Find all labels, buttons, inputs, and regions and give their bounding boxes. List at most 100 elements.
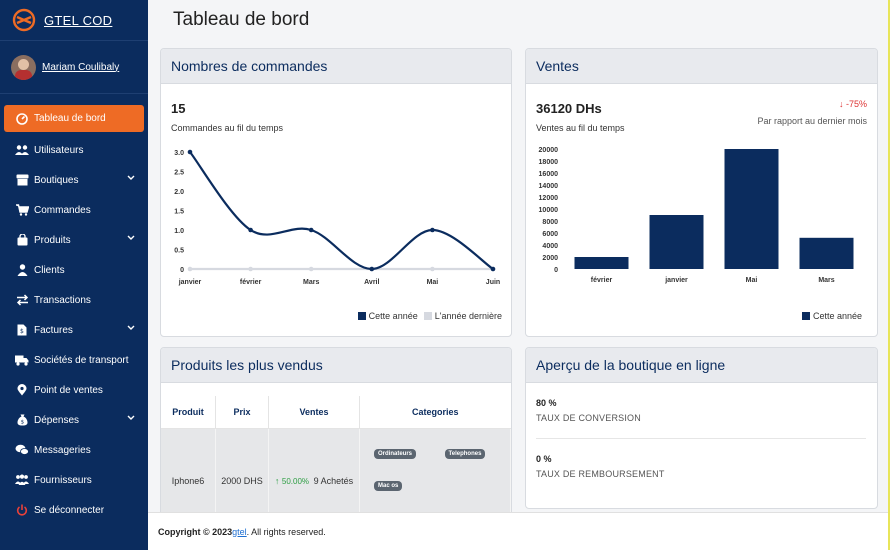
sidebar-item-invoices[interactable]: $ Factures xyxy=(0,315,148,345)
category-badge[interactable]: Ordinateurs xyxy=(374,449,417,459)
sidebar-item-shops[interactable]: Boutiques xyxy=(0,165,148,195)
brand[interactable]: GTEL COD xyxy=(0,0,148,41)
x-tick-label: Mars xyxy=(303,279,319,286)
orders-total: 15 xyxy=(171,101,186,116)
column-header[interactable]: Ventes xyxy=(268,396,360,429)
series-line-0 xyxy=(189,151,494,271)
exchange-icon xyxy=(15,293,29,307)
shop-overview-title: Aperçu de la boutique en ligne xyxy=(526,348,877,383)
data-point xyxy=(187,149,193,155)
sales-change: ↓ -75% xyxy=(839,99,867,109)
kpi-divider xyxy=(536,438,866,439)
category-badge[interactable]: Mac os xyxy=(374,481,403,491)
sidebar-item-transactions[interactable]: Transactions xyxy=(0,285,148,315)
cart-icon xyxy=(15,203,29,217)
sales-legend: Cette année xyxy=(801,311,862,321)
kpi-conversion: 80 % TAUX DE CONVERSION xyxy=(536,398,641,423)
orders-card-title: Nombres de commandes xyxy=(161,49,511,84)
users-icon xyxy=(15,143,29,157)
legend-label-current[interactable]: Cette année xyxy=(813,311,862,321)
orders-subtitle: Commandes au fil du temps xyxy=(171,123,284,133)
sales-bar-chart: 0 2000 4000 6000 8000 10000 12000 14000 16000 180… xyxy=(539,147,854,284)
top-products-card: Produits les plus vendus Produit Prix Ve… xyxy=(160,347,512,519)
kpi-refund: 0 % TAUX DE REMBOURSEMENT xyxy=(536,454,665,479)
x-tick-label: Mai xyxy=(427,279,439,286)
data-point xyxy=(248,227,253,233)
sidebar-item-logout[interactable]: Se déconnecter xyxy=(0,495,148,525)
product-name: Iphone6 xyxy=(161,428,216,518)
table-row[interactable]: Iphone6 2000 DHS ↑ 50.00% 9 Achetés Ordi… xyxy=(161,428,511,518)
column-header[interactable]: Prix xyxy=(215,396,269,429)
page-title: Tableau de bord xyxy=(173,9,310,30)
sidebar-item-label: Commandes xyxy=(34,204,91,216)
legend-label-previous[interactable]: L'année dernière xyxy=(435,311,502,321)
sidebar-item-orders[interactable]: Commandes xyxy=(0,195,148,225)
legend-label-current[interactable]: Cette année xyxy=(369,311,418,321)
truck-icon xyxy=(15,353,29,367)
chevron-down-icon[interactable] xyxy=(127,415,135,421)
user-name[interactable]: Mariam Coulibaly xyxy=(42,62,119,73)
bar xyxy=(649,215,704,269)
bar xyxy=(799,237,854,269)
footer-link[interactable]: gtel xyxy=(232,527,247,537)
table-header-row: Produit Prix Ventes Categories xyxy=(161,396,511,429)
orders-legend: Cette année L'année dernière xyxy=(357,311,502,321)
sidebar-item-dashboard[interactable]: Tableau de bord xyxy=(4,105,144,132)
sidebar-item-points-of-sale[interactable]: Point de ventes xyxy=(0,375,148,405)
sidebar-item-label: Factures xyxy=(34,324,73,336)
money-bag-icon: $ xyxy=(15,413,29,427)
sidebar-item-label: Boutiques xyxy=(34,174,79,186)
sidebar-item-label: Sociétés de transport xyxy=(34,354,129,366)
bar xyxy=(724,149,779,269)
x-tick-label: février xyxy=(591,277,613,284)
y-tick-label: 0.5 xyxy=(174,248,184,255)
y-tick-label: 16000 xyxy=(539,171,559,178)
y-tick-label: 20000 xyxy=(539,147,559,154)
chevron-down-icon[interactable] xyxy=(127,235,135,241)
units-sold: 9 Achetés xyxy=(313,475,354,486)
sidebar-item-messages[interactable]: Messageries xyxy=(0,435,148,465)
sidebar-item-label: Produits xyxy=(34,234,71,246)
chevron-down-icon[interactable] xyxy=(127,175,135,181)
kpi-label: TAUX DE CONVERSION xyxy=(536,413,641,423)
data-point xyxy=(308,227,314,233)
bag-icon xyxy=(15,233,29,247)
product-categories: Ordinateurs Telephones Mac os xyxy=(359,428,511,518)
growth-percent: 50.00% xyxy=(281,476,310,486)
y-tick-label: 1.5 xyxy=(174,209,184,216)
sidebar-item-expenses[interactable]: $ Dépenses xyxy=(0,405,148,435)
sidebar-item-label: Clients xyxy=(34,264,65,276)
top-products-table: Produit Prix Ventes Categories Iphone6 2… xyxy=(161,396,511,518)
user-profile[interactable]: Mariam Coulibaly xyxy=(0,41,148,94)
y-tick-label: 2.0 xyxy=(174,189,184,196)
data-point xyxy=(248,266,253,272)
sidebar-item-label: Point de ventes xyxy=(34,384,103,396)
sidebar-item-transport[interactable]: Sociétés de transport xyxy=(0,345,148,375)
sidebar-item-users[interactable]: Utilisateurs xyxy=(0,135,148,165)
sidebar-item-products[interactable]: Produits xyxy=(0,225,148,255)
shop-overview-card: Aperçu de la boutique en ligne 80 % TAUX… xyxy=(525,347,878,509)
sidebar-item-label: Fournisseurs xyxy=(34,474,92,486)
svg-text:$: $ xyxy=(20,328,24,335)
y-tick-label: 0 xyxy=(180,267,184,274)
y-tick-label: 14000 xyxy=(539,183,559,190)
y-tick-label: 2.5 xyxy=(174,170,184,177)
y-tick-label: 2000 xyxy=(542,255,558,262)
category-badge[interactable]: Telephones xyxy=(444,449,486,459)
sidebar-item-label: Transactions xyxy=(34,294,91,306)
sidebar-item-suppliers[interactable]: Fournisseurs xyxy=(0,465,148,495)
chevron-down-icon[interactable] xyxy=(127,325,135,331)
x-tick-label: Mai xyxy=(746,277,758,284)
x-tick-label: Avril xyxy=(364,279,379,286)
top-products-title: Produits les plus vendus xyxy=(161,348,511,383)
sidebar-item-label: Dépenses xyxy=(34,414,80,426)
column-header[interactable]: Produit xyxy=(161,396,216,429)
y-tick-label: 10000 xyxy=(539,207,559,214)
column-header[interactable]: Categories xyxy=(359,396,511,429)
sidebar-item-clients[interactable]: Clients xyxy=(0,255,148,285)
brand-name[interactable]: GTEL COD xyxy=(44,13,112,28)
sales-total: 36120 DHs xyxy=(536,101,602,116)
svg-text:$: $ xyxy=(20,420,24,426)
data-point xyxy=(308,266,314,272)
sales-subtitle: Ventes au fil du temps xyxy=(536,123,625,133)
